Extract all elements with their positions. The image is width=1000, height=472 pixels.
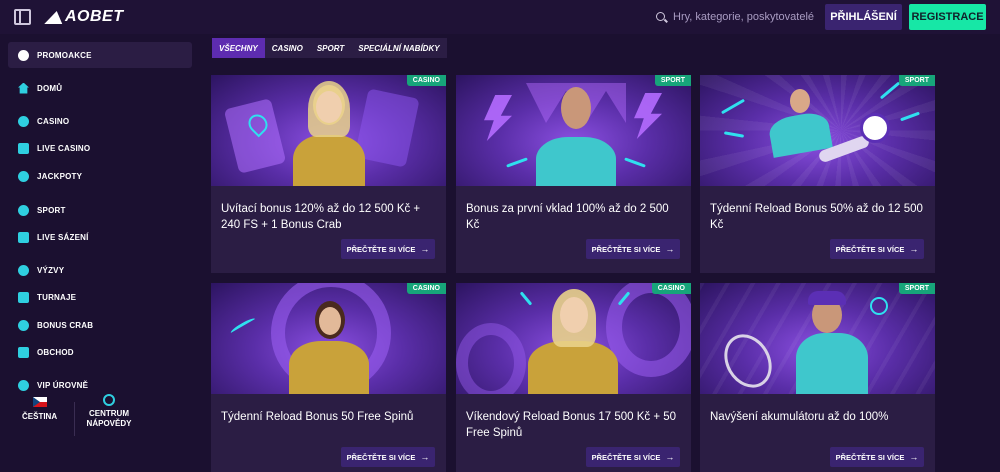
help-center-link[interactable]: CENTRUM NÁPOVĚDY [84,394,134,429]
category-badge: CASINO [406,283,446,294]
login-button[interactable]: PŘIHLÁŠENÍ [825,4,902,30]
arrow-right-icon: → [420,243,430,254]
arrow-right-icon: → [420,451,430,462]
divider [74,402,75,436]
arrow-right-icon: → [665,243,675,254]
promo-image: SPORT [700,75,935,186]
help-icon [103,394,115,406]
sidebar-item-vyzvy[interactable]: VÝZVY [8,257,192,283]
soccer-icon [18,204,29,216]
arrow-right-icon: → [909,243,919,254]
sidebar-item-label: VÝZVY [37,265,65,275]
sidebar-item-label: LIVE CASINO [37,143,91,153]
sidebar-item-label: LIVE SÁZENÍ [37,232,89,242]
read-more-label: PŘEČTĚTE SI VÍCE [835,452,905,462]
medal-icon [18,264,29,276]
read-more-button[interactable]: PŘEČTĚTE SI VÍCE → [341,447,435,467]
tab-vsechny[interactable]: VŠECHNY [212,38,265,58]
promo-card[interactable]: CASINO Týdenní Reload Bonus 50 Free Spin… [211,283,446,472]
shop-icon [18,346,29,358]
promo-title: Týdenní Reload Bonus 50% až do 12 500 Kč [710,203,923,231]
sidebar-item-obchod[interactable]: OBCHOD [8,339,192,365]
sidebar-item-turnaje[interactable]: TURNAJE [8,284,192,310]
read-more-label: PŘEČTĚTE SI VÍCE [346,244,416,254]
crab-icon [18,319,29,331]
cards-icon [18,142,29,154]
promo-image: SPORT [456,75,691,186]
search-input[interactable]: Hry, kategorie, poskytovatelé [650,4,818,30]
category-badge: CASINO [406,75,446,86]
sidebar-item-jackpoty[interactable]: JACKPOTY [8,163,192,189]
language-label: ČEŠTINA [22,412,58,421]
promo-title: Uvítací bonus 120% až do 12 500 Kč + 240… [221,203,421,231]
category-badge: SPORT [898,75,935,86]
read-more-label: PŘEČTĚTE SI VÍCE [591,452,661,462]
read-more-button[interactable]: PŘEČTĚTE SI VÍCE → [586,239,680,259]
tab-sport[interactable]: SPORT [309,38,352,58]
home-icon [18,82,29,94]
promo-card[interactable]: SPORT Navýšení akumulátoru až do 100% PŘ… [700,283,935,472]
register-button[interactable]: REGISTRACE [909,4,986,30]
gift-icon [18,49,29,61]
promo-card[interactable]: SPORT Týdenní Reload Bonus 50% až do 12 … [700,75,935,273]
sidebar-item-label: VIP ÚROVNĚ [37,380,89,390]
read-more-label: PŘEČTĚTE SI VÍCE [346,452,416,462]
sidebar-item-live-casino[interactable]: LIVE CASINO [8,135,192,161]
promo-image: CASINO [211,283,446,394]
sidebar-item-label: SPORT [37,205,66,215]
czech-flag-icon [32,397,47,407]
sidebar-item-label: OBCHOD [37,347,74,357]
promo-card[interactable]: SPORT Bonus za první vklad 100% až do 2 … [456,75,691,273]
sidebar-item-label: BONUS CRAB [37,320,94,330]
read-more-button[interactable]: PŘEČTĚTE SI VÍCE → [830,447,924,467]
sidebar-item-domu[interactable]: DOMŮ [8,75,192,101]
category-badge: SPORT [898,283,935,294]
music-note-icon [18,115,29,127]
filter-tabs: VŠECHNY CASINO SPORT SPECIÁLNÍ NABÍDKY [212,38,447,58]
sidebar-item-label: DOMŮ [37,83,63,93]
help-label: CENTRUM NÁPOVĚDY [86,409,132,428]
logo[interactable]: AOBET [44,8,124,26]
sidebar-item-bonus-crab[interactable]: BONUS CRAB [8,312,192,338]
logo-text: AOBET [65,8,124,25]
sidebar-item-label: TURNAJE [37,292,77,302]
promo-title: Víkendový Reload Bonus 17 500 Kč + 50 Fr… [466,411,677,439]
trophy-icon [18,291,29,303]
live-icon [18,231,29,243]
read-more-button[interactable]: PŘEČTĚTE SI VÍCE → [341,239,435,259]
promo-image: SPORT [700,283,935,394]
tab-casino[interactable]: CASINO [264,38,310,58]
category-badge: SPORT [654,75,691,86]
arrow-right-icon: → [909,451,919,462]
sidebar-item-casino[interactable]: CASINO [8,108,192,134]
read-more-button[interactable]: PŘEČTĚTE SI VÍCE → [586,447,680,467]
clover-icon [18,170,29,182]
promo-title: Navýšení akumulátoru až do 100% [710,411,889,423]
top-header: AOBET Hry, kategorie, poskytovatelé PŘIH… [0,0,1000,34]
diamond-icon [18,379,29,391]
search-placeholder: Hry, kategorie, poskytovatelé [673,11,815,23]
category-badge: CASINO [651,283,691,294]
logo-mark-icon [44,10,66,24]
promo-image: CASINO [456,283,691,394]
sidebar-item-label: PROMOAKCE [37,50,92,60]
tab-special-offers[interactable]: SPECIÁLNÍ NABÍDKY [351,38,447,58]
promo-image: CASINO [211,75,446,186]
sidebar-item-promoakce[interactable]: PROMOAKCE [8,42,192,68]
read-more-label: PŘEČTĚTE SI VÍCE [835,244,905,254]
sidebar-item-label: CASINO [37,116,70,126]
sidebar-item-label: JACKPOTY [37,171,83,181]
promo-title: Týdenní Reload Bonus 50 Free Spinů [221,411,414,423]
sidebar-item-live-sazeni[interactable]: LIVE SÁZENÍ [8,224,192,250]
arrow-right-icon: → [665,451,675,462]
search-icon [656,11,667,23]
promo-title: Bonus za první vklad 100% až do 2 500 Kč [466,203,669,231]
sidebar-item-sport[interactable]: SPORT [8,197,192,223]
promo-card[interactable]: CASINO Uvítací bonus 120% až do 12 500 K… [211,75,446,273]
read-more-button[interactable]: PŘEČTĚTE SI VÍCE → [830,239,924,259]
promo-card[interactable]: CASINO Víkendový Reload Bonus 17 500 Kč … [456,283,691,472]
sidebar-toggle-icon[interactable] [14,9,31,25]
language-selector[interactable]: ČEŠTINA [22,397,57,421]
read-more-label: PŘEČTĚTE SI VÍCE [591,244,661,254]
